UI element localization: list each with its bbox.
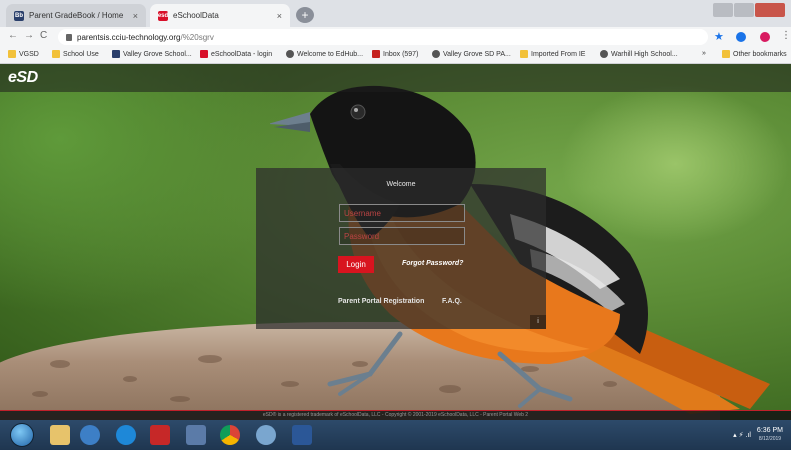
profile-avatar-icon[interactable] (760, 32, 770, 42)
bookmark-star-icon[interactable]: ★ (714, 30, 724, 43)
footer-copyright: eSD® is a registered trademark of eSchoo… (0, 410, 791, 420)
esd-logo[interactable]: eSD (8, 69, 38, 87)
clock-date: 8/12/2019 (758, 436, 782, 442)
reload-icon[interactable]: C (40, 30, 47, 41)
esd-icon (200, 50, 208, 58)
globe-icon (286, 50, 294, 58)
new-tab-button[interactable]: + (296, 7, 314, 23)
address-path: /%20sgrv (180, 32, 214, 42)
close-window-button[interactable] (755, 3, 785, 17)
bookmark-item[interactable]: Imported From IE (520, 50, 585, 58)
clock[interactable]: 6:36 PM 8/12/2019 (757, 426, 783, 444)
close-icon[interactable]: × (277, 11, 282, 21)
globe-icon (432, 50, 440, 58)
lock-icon (66, 33, 72, 41)
clock-time: 6:36 PM (756, 427, 783, 434)
globe-icon (600, 50, 608, 58)
tray-icons[interactable]: ▴ ⚡ .ıl (733, 431, 751, 439)
gmail-icon (372, 50, 380, 58)
bookmarks-overflow-button[interactable]: » (702, 50, 706, 57)
username-input[interactable] (339, 204, 465, 222)
folder-icon (8, 50, 16, 58)
media-player-icon[interactable] (256, 425, 276, 445)
bookmark-item[interactable]: eSchoolData - login (200, 50, 272, 58)
blackboard-icon (112, 50, 120, 58)
browser-toolbar: ← → C parentsis.cciu-technology.org/%20s… (0, 27, 791, 47)
extension-icon[interactable] (736, 32, 746, 42)
folder-icon (520, 50, 528, 58)
info-icon[interactable]: i (530, 315, 546, 329)
bookmark-item[interactable]: VGSD (8, 50, 39, 58)
bookmarks-bar: VGSD School Use Valley Grove School... e… (0, 47, 791, 64)
tab-title: eSchoolData (173, 11, 219, 20)
bookmark-item[interactable]: Welcome to EdHub... (286, 50, 363, 58)
login-button[interactable]: Login (338, 256, 374, 273)
file-explorer-icon[interactable] (50, 425, 70, 445)
network-icon[interactable] (186, 425, 206, 445)
login-panel: Welcome Login Forgot Password? Parent Po… (256, 168, 546, 329)
forgot-password-link[interactable]: Forgot Password? (402, 260, 463, 267)
bookmark-item[interactable]: Valley Grove SD PA... (432, 50, 511, 58)
bokeh-left (0, 64, 300, 314)
other-bookmarks[interactable]: Other bookmarks (722, 50, 787, 58)
system-tray: ▴ ⚡ .ıl 6:36 PM 8/12/2019 (733, 426, 783, 444)
chrome-icon[interactable] (220, 425, 240, 445)
word-icon[interactable] (292, 425, 312, 445)
close-icon[interactable]: × (133, 11, 138, 21)
address-bar[interactable]: parentsis.cciu-technology.org/%20sgrv (58, 29, 708, 45)
site-header: eSD (0, 64, 791, 92)
back-arrow-icon[interactable]: ← (8, 30, 18, 41)
internet-explorer-icon[interactable] (116, 425, 136, 445)
maximize-button[interactable] (734, 3, 754, 17)
menu-kebab-icon[interactable]: ⋮ (781, 30, 791, 41)
welcome-heading: Welcome (386, 181, 416, 188)
password-input[interactable] (339, 227, 465, 245)
screen: Bb Parent GradeBook / Home × esd eSchool… (0, 0, 791, 450)
page-content: eSD Welcome Login Forgot Password? Paren… (0, 64, 791, 420)
tab-title: Parent GradeBook / Home (29, 11, 124, 20)
bookmark-item[interactable]: School Use (52, 50, 99, 58)
bookmark-item[interactable]: Warhill High School... (600, 50, 678, 58)
browser-tab-strip: Bb Parent GradeBook / Home × esd eSchool… (0, 0, 791, 27)
bookmark-item[interactable]: Inbox (597) (372, 50, 418, 58)
adobe-reader-icon[interactable] (150, 425, 170, 445)
window-controls (713, 3, 785, 17)
tab-eschooldata[interactable]: esd eSchoolData × (150, 4, 290, 27)
minimize-button[interactable] (713, 3, 733, 17)
parent-portal-registration-link[interactable]: Parent Portal Registration (338, 298, 424, 305)
forward-arrow-icon[interactable]: → (24, 30, 34, 41)
windows-taskbar: ▴ ⚡ .ıl 6:36 PM 8/12/2019 (0, 420, 791, 450)
tab-parent-gradebook[interactable]: Bb Parent GradeBook / Home × (6, 4, 146, 27)
blackboard-favicon-icon: Bb (14, 10, 24, 21)
start-button-icon[interactable] (10, 423, 34, 447)
faq-link[interactable]: F.A.Q. (442, 298, 462, 305)
paint-icon[interactable] (80, 425, 100, 445)
esd-favicon-icon: esd (157, 10, 169, 21)
address-host: parentsis.cciu-technology.org (77, 32, 181, 42)
folder-icon (722, 50, 730, 58)
bookmark-item[interactable]: Valley Grove School... (112, 50, 192, 58)
folder-icon (52, 50, 60, 58)
